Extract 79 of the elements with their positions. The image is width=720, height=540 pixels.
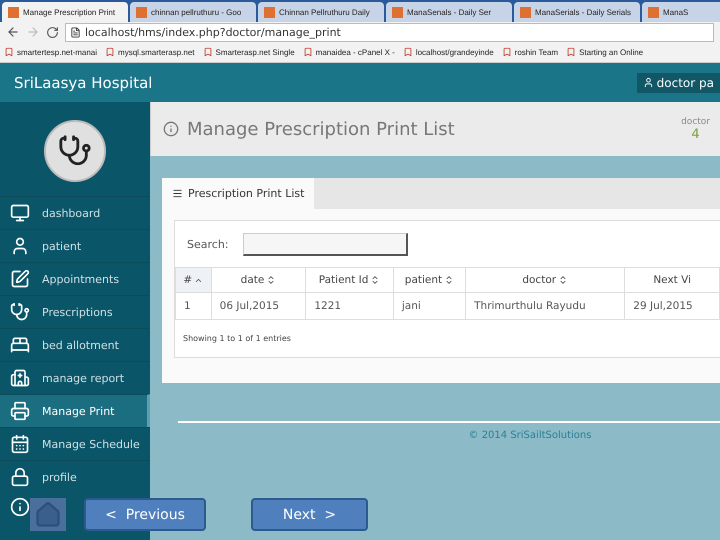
sidebar-item[interactable]: bed allotment bbox=[0, 328, 150, 361]
browser-tab[interactable]: ManaS bbox=[642, 2, 720, 22]
bookmark[interactable]: mysql.smarterasp.net bbox=[105, 47, 194, 57]
column-header[interactable]: date bbox=[211, 268, 306, 292]
entries-info: Showing 1 to 1 of 1 entries bbox=[182, 333, 292, 345]
sort-icon bbox=[370, 275, 380, 285]
column-header[interactable]: Patient Id bbox=[306, 268, 394, 292]
column-header[interactable]: doctor bbox=[466, 268, 625, 292]
sidebar-item[interactable]: profile bbox=[0, 460, 150, 493]
sidebar-item[interactable]: patient bbox=[0, 229, 150, 262]
page-title: Manage Prescription Print List bbox=[187, 118, 455, 140]
hospital-icon bbox=[10, 368, 30, 388]
bookmark[interactable]: Starting an Online bbox=[566, 47, 644, 57]
next-button[interactable]: Next > bbox=[251, 498, 368, 531]
favicon-icon bbox=[520, 6, 531, 18]
favicon-icon bbox=[136, 6, 147, 18]
bookmark-icon bbox=[502, 47, 512, 57]
bookmark[interactable]: smartertesp.net-manai bbox=[4, 47, 98, 57]
bookmark[interactable]: localhost/grandeyinde bbox=[402, 47, 494, 57]
reload-icon[interactable] bbox=[46, 26, 59, 38]
sidebar-item[interactable]: Prescriptions bbox=[0, 295, 150, 328]
bookmark[interactable]: Smarterasp.net Single bbox=[202, 47, 295, 57]
column-header[interactable]: Next Vi bbox=[624, 268, 720, 292]
sidebar-item[interactable]: dashboard bbox=[0, 196, 150, 229]
favicon-icon bbox=[8, 6, 19, 18]
monitor-icon bbox=[10, 203, 30, 223]
browser-tab[interactable]: Manage Prescription Print bbox=[2, 2, 128, 22]
favicon-icon bbox=[648, 6, 659, 18]
browser-tab[interactable]: chinnan pellruthuru - Goo bbox=[130, 2, 256, 22]
sort-icon bbox=[558, 275, 568, 285]
search-label: Search: bbox=[187, 238, 228, 250]
panel-tab[interactable]: Prescription Print List bbox=[162, 178, 314, 209]
copyright-text: © 2014 SriSailtSolutions bbox=[468, 430, 592, 441]
browser-tab[interactable]: ManaSenals - Daily Ser bbox=[386, 2, 512, 22]
bookmark-icon bbox=[402, 47, 413, 57]
table-cell: 1 bbox=[176, 292, 212, 320]
role-label: doctor bbox=[681, 116, 710, 126]
bookmark-icon bbox=[4, 47, 14, 57]
lock-icon bbox=[10, 467, 30, 487]
browser-tab[interactable]: Chinnan Pellruthuru Daily bbox=[258, 2, 384, 22]
user-icon bbox=[642, 77, 654, 88]
info-icon[interactable] bbox=[10, 497, 30, 517]
bookmark[interactable]: roshin Team bbox=[502, 47, 558, 57]
previous-button[interactable]: < Previous bbox=[84, 498, 206, 531]
role-count: 4 bbox=[691, 126, 700, 142]
favicon-icon bbox=[264, 6, 275, 18]
info-icon bbox=[163, 121, 179, 137]
edit-icon bbox=[10, 269, 30, 289]
bookmark-icon bbox=[202, 47, 212, 57]
stethoscope-icon bbox=[10, 302, 30, 322]
sidebar-item[interactable]: Manage Schedule bbox=[0, 427, 150, 460]
page-icon bbox=[70, 26, 81, 38]
sort-icon bbox=[444, 275, 454, 285]
bookmark-icon bbox=[105, 47, 116, 57]
table-cell: 29 Jul,2015 bbox=[624, 292, 720, 320]
bookmark-icon bbox=[302, 47, 313, 57]
column-header[interactable]: patient bbox=[393, 268, 466, 292]
table-cell: 1221 bbox=[306, 292, 394, 320]
list-icon bbox=[172, 188, 183, 199]
home-icon bbox=[34, 500, 62, 528]
calendar-icon bbox=[10, 434, 30, 454]
table-cell: 06 Jul,2015 bbox=[211, 292, 306, 320]
back-icon[interactable] bbox=[6, 25, 20, 39]
printer-icon bbox=[10, 401, 30, 421]
address-bar[interactable]: localhost/hms/index.php?doctor/manage_print bbox=[65, 22, 714, 42]
column-header[interactable]: # bbox=[176, 268, 212, 292]
sidebar-item[interactable]: Manage Print bbox=[0, 394, 150, 427]
table-cell: Thrimurthulu Rayudu bbox=[466, 292, 625, 320]
search-field[interactable] bbox=[242, 232, 408, 256]
sort-icon bbox=[266, 275, 276, 285]
bed-icon bbox=[10, 335, 30, 355]
brand-title: SriLaasya Hospital bbox=[14, 74, 152, 92]
bookmark-icon bbox=[566, 47, 576, 57]
browser-tab[interactable]: ManaSerials - Daily Serials bbox=[514, 2, 640, 22]
user-button[interactable]: doctor pa bbox=[636, 72, 720, 92]
favicon-icon bbox=[392, 6, 403, 18]
bookmark[interactable]: manaidea - cPanel X - bbox=[302, 47, 395, 57]
sidebar-item[interactable]: Appointments bbox=[0, 262, 150, 295]
table-cell: jani bbox=[393, 292, 466, 320]
